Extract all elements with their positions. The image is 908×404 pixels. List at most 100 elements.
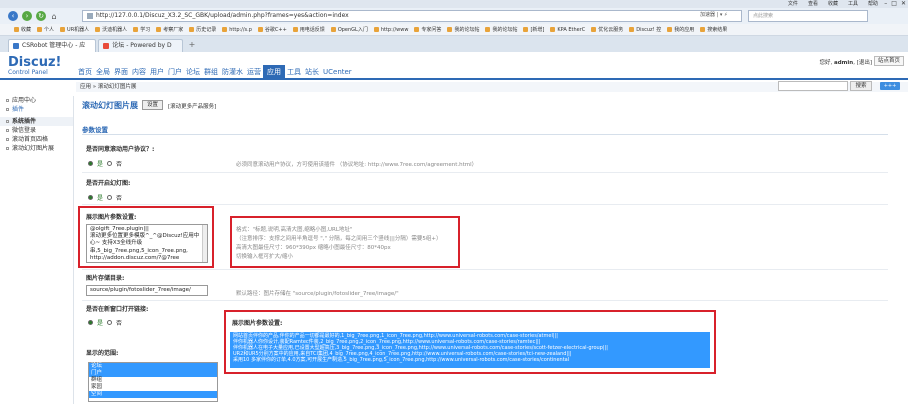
image-params-textarea[interactable]: @olgift_7ree.plugin||| 滚动更多位置更多模版^_^@Dis… [86,224,208,263]
folder-icon [222,27,228,32]
bookmark-label: Discuz! 控 [636,27,662,33]
admin-search-input[interactable] [778,81,848,91]
nav-2[interactable]: 界面 [112,65,130,79]
bookmark-item[interactable]: 学习 [133,26,150,33]
image-dir-input[interactable]: source/plugin/fotoslider_7ree/image/ [86,285,208,296]
new-tab-icon[interactable]: + [185,38,200,52]
tab-admin[interactable]: CSRobot 管理中心 - 应 [8,39,97,52]
forward-icon[interactable]: › [22,11,32,21]
radio-yes[interactable] [88,195,93,200]
divider [82,300,888,301]
browser-navbar: ‹ › ↻ ⌂ http://127.0.0.1/Discuz_X3.2_SC_… [0,8,908,24]
browser-search-input[interactable]: 点此搜索 [748,10,868,22]
nav-13[interactable]: UCenter [321,65,354,79]
bookmark-item[interactable]: KPA EtherC [550,27,585,33]
menu-help[interactable]: 帮助 [868,0,878,8]
folder-icon [414,27,420,32]
bookmark-item[interactable]: OpenGL入门 [330,26,368,33]
radio-yes-label: 是 [97,195,104,202]
scope-option[interactable]: 家园 [89,384,217,391]
radio-yes[interactable] [88,320,93,325]
scope-option[interactable]: 门户 [89,370,217,377]
bookmark-item[interactable]: 我的应用 [667,26,694,33]
bookmark-item[interactable]: 收藏 [14,26,31,33]
bookmark-item[interactable]: http://s.p [222,27,252,33]
radio-no[interactable] [107,195,113,200]
shortcut-add-button[interactable]: +++ [880,82,900,90]
nav-11[interactable]: 工具 [285,65,303,79]
scope-multiselect[interactable]: 论坛 门户 群组 家园 空间 [88,362,218,402]
close-icon[interactable]: ✕ [901,0,906,7]
nav-1[interactable]: 全局 [94,65,112,79]
nav-6[interactable]: 论坛 [184,65,202,79]
nav-5[interactable]: 门户 [166,65,184,79]
bookmark-item[interactable]: 搜索结果 [700,26,727,33]
q-dir-label: 图片存储目录: [86,275,125,282]
folder-icon [629,27,635,32]
sidebar-item[interactable]: 滚动幻灯图片展 [0,144,73,153]
bookmark-item[interactable]: http://www [373,27,408,33]
bookmark-item[interactable]: 用电话反馈 [292,26,325,33]
refresh-icon[interactable]: ↻ [36,11,46,21]
bookmark-item[interactable]: 我的论坛帖 [447,26,479,33]
nav-3[interactable]: 内容 [130,65,148,79]
radio-yes[interactable] [88,161,93,166]
bookmark-item[interactable]: [新增] [523,26,544,33]
bookmark-item[interactable]: 历史记录 [189,26,216,33]
back-icon[interactable]: ‹ [8,11,18,21]
bookmark-label: UR机器人 [67,27,90,33]
sidebar-item[interactable]: 滚动首页四格 [0,135,73,144]
scope-option[interactable]: 论坛 [89,363,217,370]
address-tools[interactable]: 加速器 | ▾ ⚡ [700,10,727,20]
more-link[interactable]: [滚动更多产品服务] [168,102,216,110]
nav-9[interactable]: 运营 [245,65,263,79]
bookmark-item[interactable]: UR机器人 [60,26,89,33]
logout-link[interactable]: [退出] [857,60,872,66]
nav-0[interactable]: 首页 [76,65,94,79]
divider [82,269,888,270]
bookmark-item[interactable]: 优化云服务 [591,26,623,33]
bookmark-item[interactable]: 沃迪机器人 [95,26,127,33]
menu-tools[interactable]: 工具 [848,0,858,8]
minimize-icon[interactable]: – [884,0,887,7]
scope-option[interactable]: 群组 [89,377,217,384]
maximize-icon[interactable]: □ [891,0,897,7]
sidebar-item-label: 应用中心 [12,97,37,104]
nav-10[interactable]: 应用 [263,65,285,79]
nav-12[interactable]: 站长 [303,65,321,79]
bookmark-item[interactable]: Discuz! 控 [629,26,661,33]
radio-yes-label: 是 [97,161,104,168]
scope-option[interactable]: 空间 [89,391,217,398]
nav-7[interactable]: 群组 [202,65,220,79]
folder-icon [95,27,101,32]
bookmark-item[interactable]: 个人 [37,26,54,33]
sidebar-item[interactable]: 系统插件 [0,117,73,126]
menu-favorites[interactable]: 收藏 [828,0,838,8]
home-icon[interactable]: ⌂ [50,12,58,21]
bookmark-label: 专家问答 [421,27,442,33]
nav-4[interactable]: 用户 [148,65,166,79]
sidebar-item[interactable]: 应用中心 [0,96,73,105]
folder-icon [292,27,298,32]
bookmark-item[interactable]: 谷歌C++ [257,26,287,33]
sidebar-item[interactable]: 插件 [0,105,73,114]
radio-no[interactable] [107,161,113,166]
bookmark-item[interactable]: 我的论坛帖 [485,26,517,33]
menu-view[interactable]: 查看 [808,0,818,8]
menu-file[interactable]: 文件 [788,0,798,8]
radio-no[interactable] [107,320,113,325]
bookmark-label: http://s.p [229,26,252,33]
address-bar[interactable]: http://127.0.0.1/Discuz_X3.2_SC_GBK/uplo… [82,10,742,22]
q-scope-label: 显示的范围: [86,350,119,357]
scrollbar[interactable] [202,225,207,262]
bookmark-item[interactable]: 专家问答 [414,26,441,33]
bookmark-item[interactable]: 考察厂家 [156,26,183,33]
settings-button[interactable]: 设置 [142,100,164,110]
tab-forum[interactable]: 论坛 - Powered by D [98,39,183,52]
image-params-selected-text[interactable]: 网站首页伴你的产品,伴你的产品一切都是最好的,1_big_7ree.png,1_… [230,332,710,368]
admin-search-button[interactable]: 搜索 [850,81,872,91]
nav-8[interactable]: 防灌水 [220,65,245,79]
section-title: 参数设置 [82,126,108,134]
sidebar-item[interactable]: 微信登录 [0,126,73,135]
site-home-button[interactable]: 站点首页 [874,56,904,66]
